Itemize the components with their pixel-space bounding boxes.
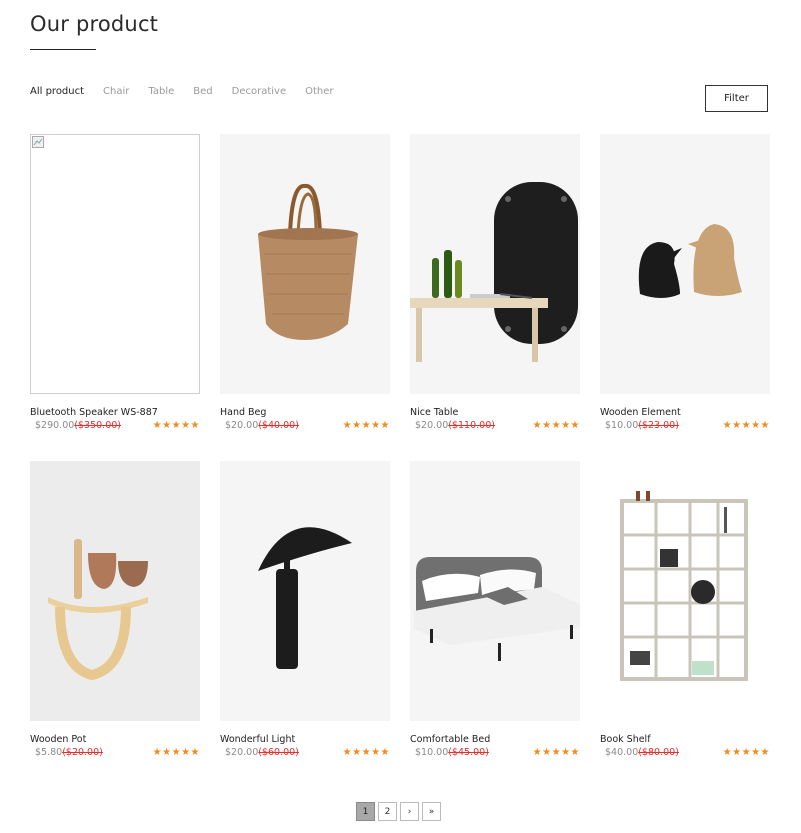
- product-price: $5.80($20.00): [35, 747, 103, 758]
- page-2-button[interactable]: 2: [378, 802, 397, 821]
- product-image-book-shelf[interactable]: [600, 461, 770, 721]
- star-rating: ★★★★★: [342, 747, 390, 758]
- product-name[interactable]: Nice Table: [410, 407, 580, 418]
- title-underline: [30, 49, 96, 50]
- product-price: $20.00($40.00): [225, 420, 299, 431]
- product-price: $20.00($110.00): [415, 420, 495, 431]
- product-name[interactable]: Book Shelf: [600, 734, 770, 745]
- product-name[interactable]: Wonderful Light: [220, 734, 390, 745]
- tab-bed[interactable]: Bed: [193, 86, 212, 97]
- product-name[interactable]: Bluetooth Speaker WS-887: [30, 407, 200, 418]
- bookshelf-illustration: [620, 491, 748, 681]
- product-price: $290.00($350.00): [35, 420, 121, 431]
- star-rating: ★★★★★: [722, 420, 770, 431]
- product-name[interactable]: Wooden Element: [600, 407, 770, 418]
- product-image-wooden-element[interactable]: [600, 134, 770, 394]
- tab-decorative[interactable]: Decorative: [232, 86, 286, 97]
- filter-button[interactable]: Filter: [705, 85, 768, 112]
- tab-chair[interactable]: Chair: [103, 86, 129, 97]
- category-tabs: All product Chair Table Bed Decorative O…: [30, 86, 334, 97]
- old-price: ($350.00): [74, 420, 121, 431]
- bed-illustration: [414, 557, 580, 661]
- product-image-wooden-pot[interactable]: [30, 461, 200, 721]
- old-price: ($23.00): [638, 420, 679, 431]
- product-name[interactable]: Comfortable Bed: [410, 734, 580, 745]
- product-card[interactable]: Hand Beg $20.00($40.00) ★★★★★: [220, 134, 390, 431]
- product-card[interactable]: Wooden Element $10.00($23.00) ★★★★★: [600, 134, 770, 431]
- product-price: $20.00($60.00): [225, 747, 299, 758]
- old-price: ($110.00): [448, 420, 495, 431]
- product-card[interactable]: Book Shelf $40.00($80.00) ★★★★★: [600, 461, 770, 758]
- product-card[interactable]: Bluetooth Speaker WS-887 $290.00($350.00…: [30, 134, 200, 431]
- product-name[interactable]: Hand Beg: [220, 407, 390, 418]
- product-image-broken[interactable]: [30, 134, 200, 394]
- product-image-comfortable-bed[interactable]: [410, 461, 580, 721]
- star-rating: ★★★★★: [532, 747, 580, 758]
- wall-shelf-illustration: [48, 539, 148, 681]
- section-title: Our product: [30, 12, 159, 36]
- product-name[interactable]: Wooden Pot: [30, 734, 200, 745]
- table-lamp-illustration: [258, 527, 352, 669]
- product-card[interactable]: Comfortable Bed $10.00($45.00) ★★★★★: [410, 461, 580, 758]
- product-card[interactable]: Wooden Pot $5.80($20.00) ★★★★★: [30, 461, 200, 758]
- old-price: ($80.00): [638, 747, 679, 758]
- product-price: $10.00($45.00): [415, 747, 489, 758]
- woven-bag-illustration: [258, 184, 358, 340]
- product-price: $10.00($23.00): [605, 420, 679, 431]
- product-card[interactable]: Nice Table $20.00($110.00) ★★★★★: [410, 134, 580, 431]
- product-card[interactable]: Wonderful Light $20.00($60.00) ★★★★★: [220, 461, 390, 758]
- product-image-nice-table[interactable]: [410, 134, 580, 394]
- tab-table[interactable]: Table: [148, 86, 174, 97]
- old-price: ($60.00): [258, 747, 299, 758]
- product-image-wonderful-light[interactable]: [220, 461, 390, 721]
- star-rating: ★★★★★: [722, 747, 770, 758]
- bird-figurines-illustration: [638, 224, 742, 298]
- star-rating: ★★★★★: [342, 420, 390, 431]
- product-image-woven-bag[interactable]: [220, 134, 390, 394]
- old-price: ($40.00): [258, 420, 299, 431]
- star-rating: ★★★★★: [152, 420, 200, 431]
- pagination: 1 2 › »: [356, 802, 441, 821]
- broken-image-icon: [32, 136, 44, 148]
- product-price: $40.00($80.00): [605, 747, 679, 758]
- bench-mirror-illustration: [410, 182, 578, 362]
- last-page-button[interactable]: »: [422, 802, 441, 821]
- star-rating: ★★★★★: [152, 747, 200, 758]
- old-price: ($45.00): [448, 747, 489, 758]
- page-1-button[interactable]: 1: [356, 802, 375, 821]
- tab-other[interactable]: Other: [305, 86, 333, 97]
- tab-all-product[interactable]: All product: [30, 86, 84, 97]
- next-page-button[interactable]: ›: [400, 802, 419, 821]
- old-price: ($20.00): [62, 747, 103, 758]
- star-rating: ★★★★★: [532, 420, 580, 431]
